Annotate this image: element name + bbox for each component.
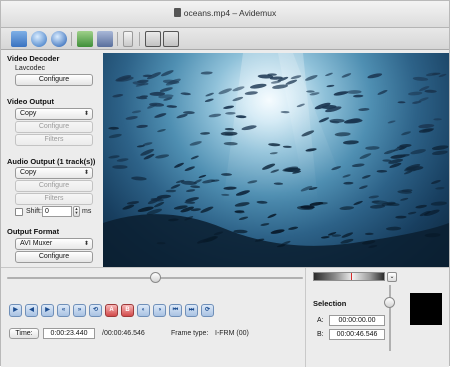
window-title: oceans.mp4 – Avidemux xyxy=(1,8,449,18)
avidemux-window: oceans.mp4 – Avidemux Video Decoder Lavc… xyxy=(0,0,450,367)
audio-output-title: Audio Output (1 track(s)) xyxy=(7,157,96,166)
output-format-select[interactable]: AVI Muxer ⬍ xyxy=(15,238,93,250)
total-time-label: /00:00:46.546 xyxy=(102,330,145,337)
audio-output-select[interactable]: Copy ⬍ xyxy=(15,167,93,179)
shift-label: Shift: xyxy=(26,208,42,215)
next-black-frame-button[interactable]: ◑ xyxy=(153,304,166,317)
next-keyframe-button[interactable]: » xyxy=(73,304,86,317)
select-arrows-icon: ⬍ xyxy=(83,170,89,176)
marker-a-label: A: xyxy=(317,317,324,324)
video-output-title: Video Output xyxy=(7,97,54,106)
panel-divider xyxy=(305,268,306,367)
marker-a-field[interactable]: 00:00:00.00 xyxy=(329,315,385,326)
decoder-configure-button[interactable]: Configure xyxy=(15,74,93,86)
previous-frame-button[interactable]: ◀ xyxy=(25,304,38,317)
select-arrows-icon: ⬍ xyxy=(83,241,89,247)
open-icon[interactable] xyxy=(11,31,27,47)
play-button[interactable]: ▶ xyxy=(9,304,22,317)
shift-unit: ms xyxy=(82,208,92,215)
save-icon[interactable] xyxy=(97,31,113,47)
video-preview xyxy=(103,53,449,267)
format-configure-button[interactable]: Configure xyxy=(15,251,93,263)
save-image-icon[interactable] xyxy=(77,31,93,47)
video-filters-button[interactable]: Filters xyxy=(15,134,93,146)
properties-icon[interactable] xyxy=(123,31,133,47)
previous-keyframe-button[interactable]: « xyxy=(57,304,70,317)
audio-output-selected: Copy xyxy=(20,169,37,176)
audio-filters-button[interactable]: Filters xyxy=(15,193,93,205)
next-frame-button[interactable]: ▶ xyxy=(41,304,54,317)
time-button[interactable]: Time: xyxy=(9,328,39,339)
go-to-end-button[interactable]: ⏭ xyxy=(185,304,198,317)
toolbar xyxy=(1,28,449,50)
mini-preview xyxy=(410,293,442,325)
volume-slider-track[interactable] xyxy=(389,285,391,351)
document-icon xyxy=(173,8,181,17)
shift-input[interactable]: 0 xyxy=(42,206,72,217)
meter-toggle-button[interactable]: ⌄ xyxy=(387,272,397,282)
select-arrows-icon: ⬍ xyxy=(83,111,89,117)
output-format-selected: AVI Muxer xyxy=(20,240,53,247)
window-title-text: oceans.mp4 – Avidemux xyxy=(183,8,277,18)
title-bar: oceans.mp4 – Avidemux xyxy=(1,1,449,28)
meter-marker xyxy=(351,273,352,280)
shift-stepper[interactable]: ▲ ▼ xyxy=(73,206,80,217)
go-to-start-button[interactable]: ⏮ xyxy=(169,304,182,317)
frame-type-label: Frame type: xyxy=(171,330,209,337)
video-decoder-title: Video Decoder xyxy=(7,54,60,63)
previous-black-frame-button[interactable]: ◐ xyxy=(137,304,150,317)
video-configure-button[interactable]: Configure xyxy=(15,121,93,133)
set-marker-b-button[interactable]: B xyxy=(121,304,134,317)
output-icon[interactable] xyxy=(163,31,179,47)
marker-b-field[interactable]: 00:00:46.546 xyxy=(329,329,385,340)
volume-meter xyxy=(313,272,385,281)
video-output-select[interactable]: Copy ⬍ xyxy=(15,108,93,120)
output-format-title: Output Format xyxy=(7,227,60,236)
info-icon[interactable] xyxy=(31,31,47,47)
video-output-selected: Copy xyxy=(20,110,37,117)
left-panel: Video Decoder Lavcodec Configure Video O… xyxy=(1,51,103,267)
audio-configure-button[interactable]: Configure xyxy=(15,180,93,192)
selection-title: Selection xyxy=(313,299,347,308)
decoder-codec-label: Lavcodec xyxy=(15,65,45,72)
forward-one-minute-button[interactable]: ⟳ xyxy=(201,304,214,317)
back-one-minute-button[interactable]: ⟲ xyxy=(89,304,102,317)
shift-checkbox[interactable] xyxy=(15,208,23,216)
timeline-thumb[interactable] xyxy=(149,272,161,283)
input-icon[interactable] xyxy=(145,31,161,47)
current-time-field[interactable]: 0:00:23.440 xyxy=(43,328,95,339)
set-marker-a-button[interactable]: A xyxy=(105,304,118,317)
volume-slider-thumb[interactable] xyxy=(384,297,395,308)
frame-type-value: I-FRM (00) xyxy=(215,330,249,337)
video-frame-image xyxy=(103,53,449,267)
play-info-icon[interactable] xyxy=(51,31,67,47)
marker-b-label: B: xyxy=(317,331,324,338)
